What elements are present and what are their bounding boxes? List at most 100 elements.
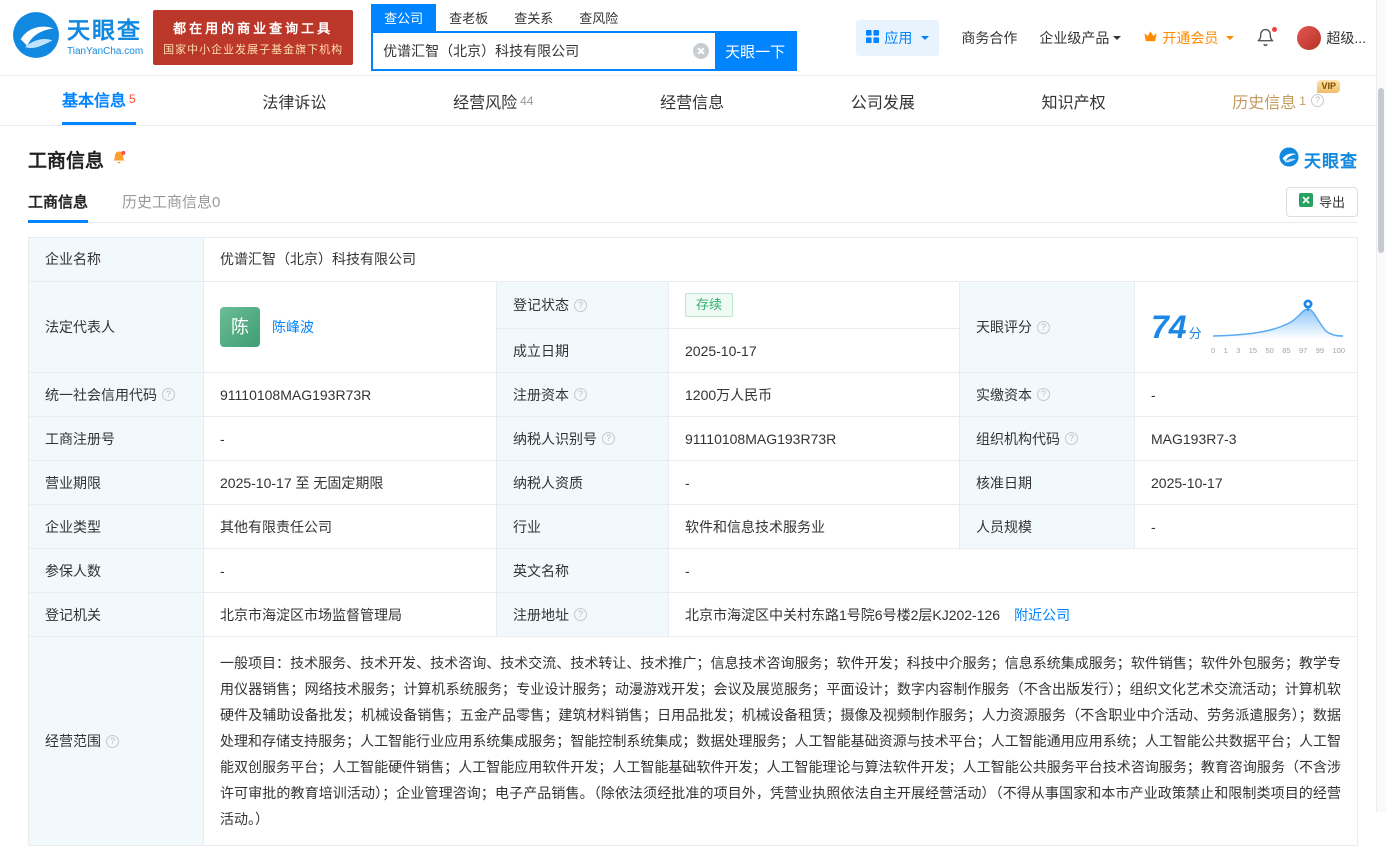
axis-tick: 85	[1282, 346, 1290, 357]
field-label: 营业期限	[29, 461, 204, 505]
nearby-companies-link[interactable]: 附近公司	[1014, 605, 1070, 625]
help-icon[interactable]	[1037, 388, 1050, 401]
help-icon[interactable]	[602, 432, 615, 445]
axis-tick: 0	[1211, 346, 1215, 357]
subtab-history-business-info[interactable]: 历史工商信息0	[122, 181, 220, 222]
vip-badge: VIP	[1317, 80, 1340, 93]
reg-address-value: 北京市海淀区中关村东路1号院6号楼2层KJ202-126 附近公司	[669, 593, 1357, 637]
page-scrollbar	[1376, 0, 1386, 812]
search-tab-boss[interactable]: 查老板	[436, 4, 501, 31]
tab-history-info[interactable]: 历史信息1 VIP	[1232, 76, 1324, 125]
tab-legal-litigation[interactable]: 法律诉讼	[262, 76, 326, 125]
search-input[interactable]	[373, 33, 687, 69]
tab-operating-risk[interactable]: 经营风险44	[453, 76, 533, 125]
open-vip-label: 开通会员	[1162, 28, 1218, 48]
score-value[interactable]: 74分	[1151, 304, 1202, 350]
scrollbar-thumb[interactable]	[1378, 88, 1384, 253]
section-header: 工商信息 天眼查	[0, 126, 1386, 173]
tab-label: 知识产权	[1042, 89, 1106, 113]
help-icon[interactable]	[1037, 321, 1050, 334]
tab-label: 经营信息	[660, 89, 724, 113]
tab-count: 1	[1299, 94, 1306, 108]
tab-count: 5	[129, 92, 136, 106]
enterprise-products-label: 企业级产品	[1039, 28, 1109, 48]
help-icon[interactable]	[574, 608, 587, 621]
status-date-column: 登记状态 存续 成立日期 2025-10-17	[497, 282, 960, 373]
company-name-value: 优谱汇智（北京）科技有限公司	[204, 238, 1357, 282]
field-label: 企业名称	[29, 238, 204, 282]
search-tab-company[interactable]: 查公司	[371, 4, 436, 31]
field-label: 注册地址	[497, 593, 669, 637]
field-label: 天眼评分	[960, 282, 1135, 373]
notifications-button[interactable]	[1256, 28, 1275, 47]
insured-count-value: -	[204, 549, 497, 593]
reg-authority-value: 北京市海淀区市场监督管理局	[204, 593, 497, 637]
enterprise-products-menu[interactable]: 企业级产品	[1039, 28, 1121, 48]
legal-rep-link[interactable]: 陈峰波	[272, 317, 314, 337]
tab-label: 历史信息	[1232, 89, 1296, 113]
english-name-value: -	[669, 549, 1357, 593]
field-label: 注册资本	[497, 373, 669, 417]
header-actions: 应用 商务合作 企业级产品 开通会员 超级...	[856, 20, 1366, 56]
taxpayer-quality-value: -	[669, 461, 960, 505]
approve-date-value: 2025-10-17	[1135, 461, 1357, 505]
grid-icon	[866, 30, 879, 46]
business-term-value: 2025-10-17 至 无固定期限	[204, 461, 497, 505]
help-icon[interactable]	[1065, 432, 1078, 445]
help-icon[interactable]	[574, 299, 587, 312]
taxpayer-id-value: 91110108MAG193R73R	[669, 417, 960, 461]
promo-line1: 都在用的商业查询工具	[163, 18, 343, 37]
score-curve	[1211, 298, 1345, 340]
field-label: 纳税人识别号	[497, 417, 669, 461]
tianyan-score-cell: 74分 0	[1135, 282, 1357, 373]
chevron-down-icon	[921, 36, 929, 44]
tab-company-development[interactable]: 公司发展	[851, 76, 915, 125]
tab-operating-info[interactable]: 经营信息	[660, 76, 724, 125]
alert-bell-icon[interactable]	[111, 149, 127, 171]
field-label: 法定代表人	[29, 282, 204, 373]
subtab-business-info[interactable]: 工商信息	[28, 181, 88, 222]
est-date-value: 2025-10-17	[669, 329, 960, 373]
apps-label: 应用	[884, 28, 912, 48]
field-label: 企业类型	[29, 505, 204, 549]
search-tab-relation[interactable]: 查关系	[501, 4, 566, 31]
username: 超级...	[1326, 28, 1366, 48]
company-tab-bar: 基本信息5 法律诉讼 经营风险44 经营信息 公司发展 知识产权 历史信息1 V…	[0, 76, 1386, 126]
reg-number-value: -	[204, 417, 497, 461]
reg-status-value: 存续	[669, 282, 960, 329]
table-row: 经营范围 一般项目：技术服务、技术开发、技术咨询、技术交流、技术转让、技术推广；…	[29, 637, 1357, 845]
promo-line2: 国家中小企业发展子基金旗下机构	[163, 41, 343, 57]
score-unit: 分	[1189, 325, 1202, 344]
export-button[interactable]: 导出	[1286, 187, 1358, 217]
business-cooperation-link[interactable]: 商务合作	[961, 28, 1017, 48]
help-icon[interactable]	[1311, 94, 1324, 107]
tianyancha-logo-icon	[1279, 147, 1299, 172]
excel-icon	[1299, 193, 1313, 210]
status-badge: 存续	[685, 293, 733, 317]
open-vip-menu[interactable]: 开通会员	[1143, 28, 1234, 48]
axis-tick: 1	[1224, 346, 1228, 357]
search-button[interactable]: 天眼一下	[715, 33, 795, 69]
help-icon[interactable]	[574, 388, 587, 401]
field-label: 经营范围	[29, 637, 204, 845]
field-label: 成立日期	[497, 329, 669, 373]
brand-text: 天眼查	[1304, 147, 1358, 172]
section-title: 工商信息	[28, 146, 104, 173]
legal-rep-value: 陈 陈峰波	[204, 282, 497, 373]
logo-title: 天眼查	[67, 18, 143, 43]
field-label: 参保人数	[29, 549, 204, 593]
tianyancha-logo[interactable]: 天眼查 TianYanCha.com	[12, 11, 143, 64]
table-row: 统一社会信用代码 91110108MAG193R73R 注册资本 1200万人民…	[29, 373, 1357, 417]
help-icon[interactable]	[162, 388, 175, 401]
search-tab-risk[interactable]: 查风险	[566, 4, 631, 31]
user-account-menu[interactable]: 超级...	[1297, 26, 1366, 50]
clear-search-button[interactable]	[687, 33, 715, 69]
tab-intellectual-property[interactable]: 知识产权	[1042, 76, 1106, 125]
legal-rep-avatar[interactable]: 陈	[220, 307, 260, 347]
tab-basic-info[interactable]: 基本信息5	[62, 76, 136, 125]
apps-menu-button[interactable]: 应用	[856, 20, 939, 56]
brand-watermark: 天眼查	[1279, 147, 1358, 172]
promo-banner: 都在用的商业查询工具 国家中小企业发展子基金旗下机构	[153, 10, 353, 65]
field-label: 实缴资本	[960, 373, 1135, 417]
help-icon[interactable]	[106, 735, 119, 748]
